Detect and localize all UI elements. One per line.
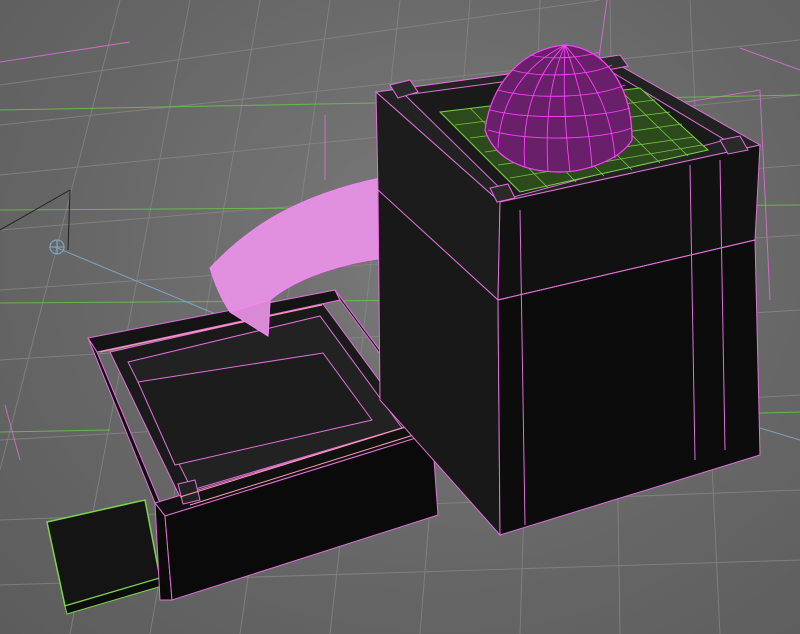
scene-canvas[interactable]	[0, 0, 800, 634]
3d-viewport[interactable]	[0, 0, 800, 634]
origin-gizmo-icon[interactable]	[49, 239, 65, 255]
